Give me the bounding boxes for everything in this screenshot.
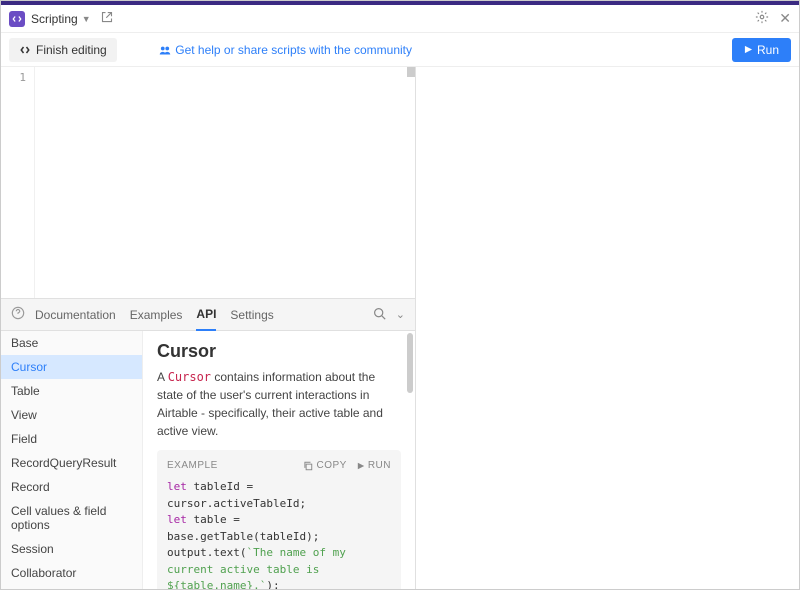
main-area: 1 Documentation Examples API Settings ⌄ … <box>1 67 799 589</box>
copy-example-button[interactable]: COPY <box>303 458 346 473</box>
doc-heading: Cursor <box>157 341 401 362</box>
sidebar-item-input[interactable]: Input <box>1 585 142 589</box>
community-help-label: Get help or share scripts with the commu… <box>175 43 412 57</box>
example-label: EXAMPLE <box>167 458 293 473</box>
sidebar-item-collaborator[interactable]: Collaborator <box>1 561 142 585</box>
app-header: Scripting ▼ ✕ <box>1 5 799 33</box>
sidebar-item-recordqueryresult[interactable]: RecordQueryResult <box>1 451 142 475</box>
run-button[interactable]: Run <box>732 38 791 62</box>
inline-code: Cursor <box>168 370 211 384</box>
code-line: let tableId = cursor.activeTableId; <box>167 479 391 512</box>
popout-icon[interactable] <box>101 11 113 26</box>
doc-body: Base Cursor Table View Field RecordQuery… <box>1 331 415 589</box>
finish-editing-label: Finish editing <box>36 43 107 57</box>
sidebar-item-cursor[interactable]: Cursor <box>1 355 142 379</box>
app-dropdown-caret[interactable]: ▼ <box>82 14 91 24</box>
scripting-app-icon <box>9 11 25 27</box>
finish-editing-button[interactable]: Finish editing <box>9 38 117 62</box>
sidebar-item-cellvalues[interactable]: Cell values & field options <box>1 499 142 537</box>
code-editor[interactable]: 1 <box>1 67 415 299</box>
api-sidebar: Base Cursor Table View Field RecordQuery… <box>1 331 143 589</box>
sidebar-item-session[interactable]: Session <box>1 537 142 561</box>
toolbar: Finish editing Get help or share scripts… <box>1 33 799 67</box>
sidebar-item-field[interactable]: Field <box>1 427 142 451</box>
code-line: let table = base.getTable(tableId); <box>167 512 391 545</box>
editor-gutter: 1 <box>1 67 35 298</box>
settings-gear-icon[interactable] <box>755 10 769 27</box>
example-header: EXAMPLE COPY RUN <box>167 458 391 473</box>
output-pane <box>416 67 799 589</box>
run-example-button[interactable]: RUN <box>357 458 391 473</box>
scrollbar-thumb[interactable] <box>407 333 413 393</box>
search-icon[interactable] <box>373 307 386 323</box>
code-line: output.text(`The name of my current acti… <box>167 545 391 589</box>
help-circle-icon[interactable] <box>11 306 25 323</box>
close-icon[interactable]: ✕ <box>779 10 791 27</box>
sidebar-item-base[interactable]: Base <box>1 331 142 355</box>
community-help-link[interactable]: Get help or share scripts with the commu… <box>159 43 412 57</box>
tab-settings[interactable]: Settings <box>230 300 273 330</box>
left-pane: 1 Documentation Examples API Settings ⌄ … <box>1 67 416 589</box>
sidebar-item-view[interactable]: View <box>1 403 142 427</box>
example-code-block: EXAMPLE COPY RUN let tableId = cursor.ac… <box>157 450 401 589</box>
line-number: 1 <box>1 71 26 84</box>
run-label: Run <box>757 43 779 57</box>
doc-content: Cursor A Cursor contains information abo… <box>143 331 415 589</box>
tab-examples[interactable]: Examples <box>130 300 183 330</box>
doc-tabs: Documentation Examples API Settings ⌄ <box>1 299 415 331</box>
tab-documentation[interactable]: Documentation <box>35 300 116 330</box>
code-area[interactable] <box>35 67 415 298</box>
chevron-down-icon[interactable]: ⌄ <box>396 308 405 321</box>
app-title: Scripting <box>31 12 78 26</box>
sidebar-item-table[interactable]: Table <box>1 379 142 403</box>
sidebar-item-record[interactable]: Record <box>1 475 142 499</box>
tab-api[interactable]: API <box>196 299 216 331</box>
doc-description: A Cursor contains information about the … <box>157 368 401 440</box>
